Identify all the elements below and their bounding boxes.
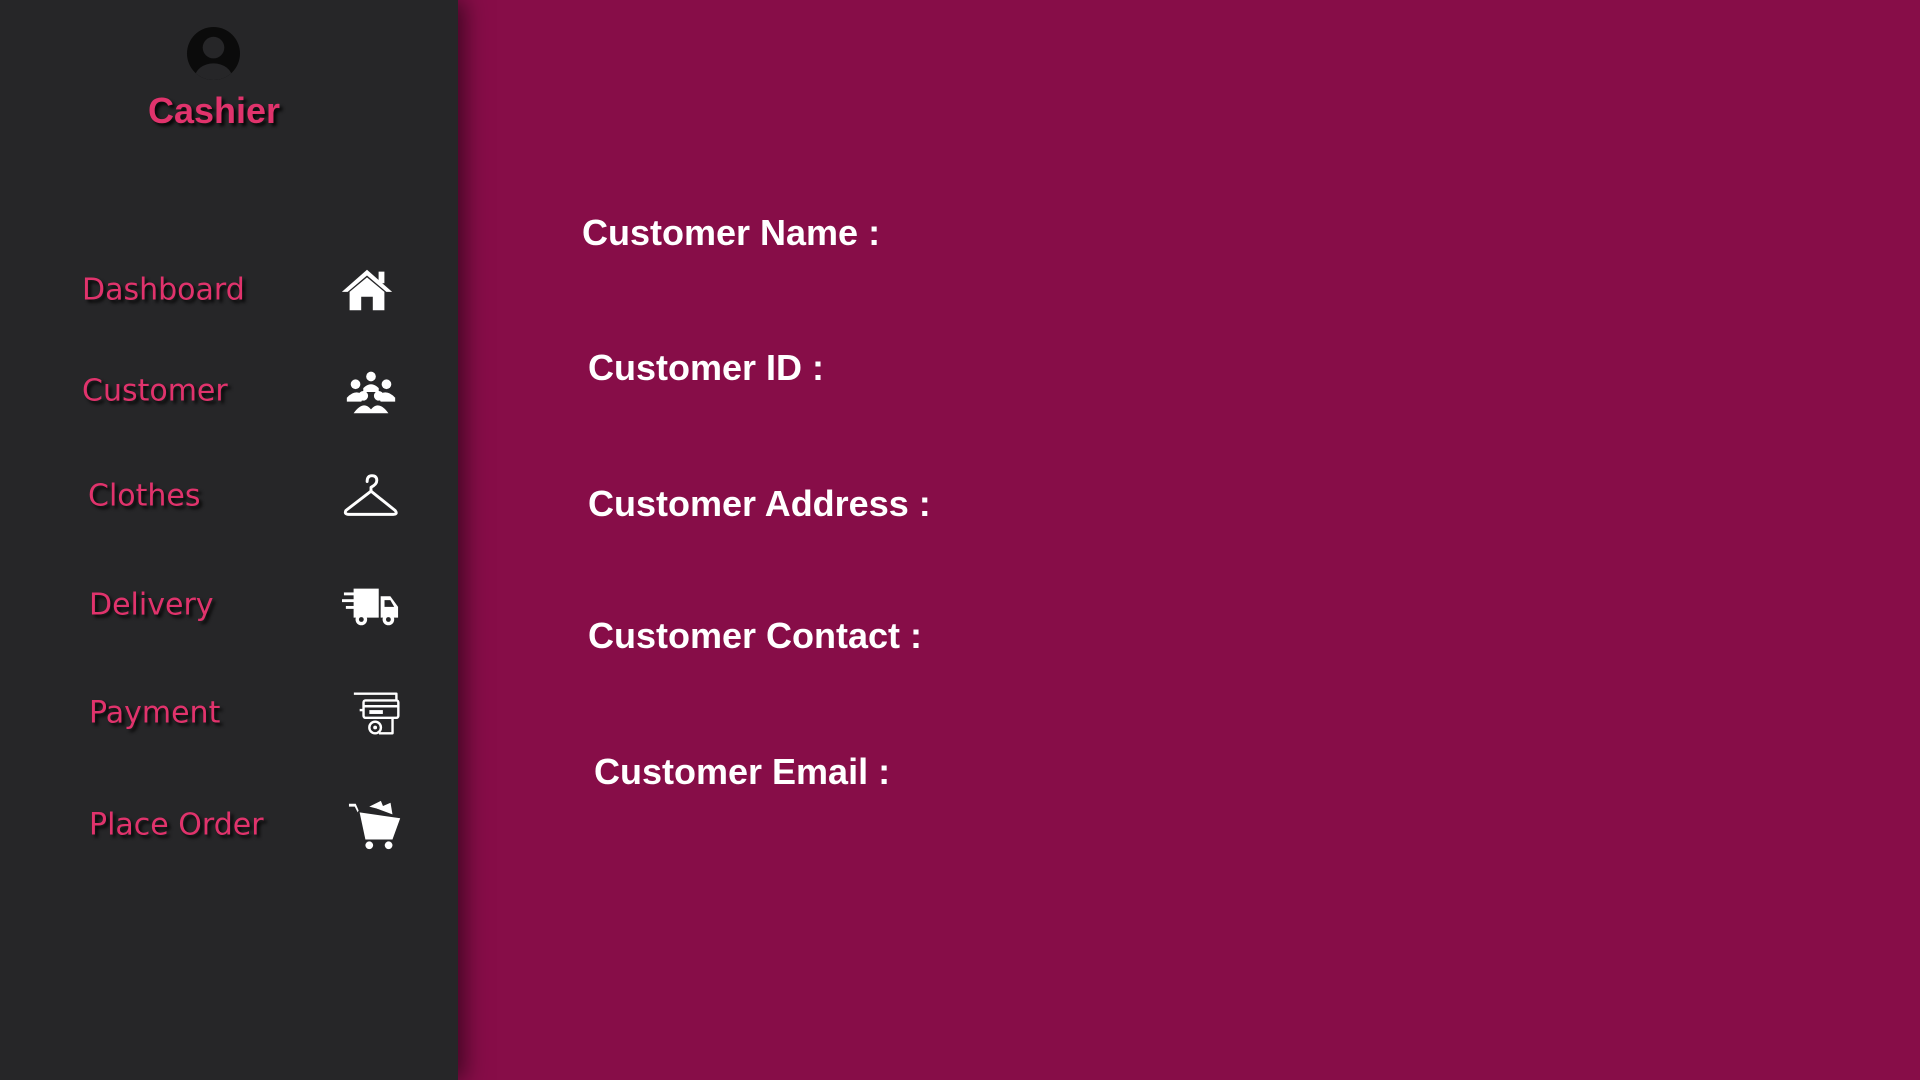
sidebar-item-dashboard[interactable]: Dashboard — [70, 258, 420, 322]
main-panel: Customer Name : Customer ID : Customer A… — [458, 0, 1920, 1080]
hanger-icon — [342, 471, 400, 521]
sidebar-item-label: Customer — [82, 373, 228, 409]
sidebar-item-label: Place Order — [89, 807, 264, 843]
customer-name-label: Customer Name : — [582, 212, 881, 253]
sidebar-item-label: Dashboard — [82, 272, 245, 308]
role-title: Cashier — [147, 90, 281, 131]
sidebar-item-label: Delivery — [89, 587, 214, 623]
sidebar: Cashier Dashboard Customer Clothes Deliv… — [0, 0, 458, 1080]
users-group-icon — [342, 366, 400, 416]
sidebar-item-label: Clothes — [88, 478, 201, 514]
sidebar-item-clothes[interactable]: Clothes — [70, 464, 420, 528]
user-avatar-icon — [186, 26, 241, 81]
customer-email-label: Customer Email : — [594, 751, 891, 792]
payment-card-icon — [350, 688, 408, 738]
home-icon — [338, 265, 396, 315]
sidebar-item-delivery[interactable]: Delivery — [70, 573, 420, 637]
shopping-cart-icon — [348, 800, 406, 850]
customer-contact-label: Customer Contact : — [588, 615, 923, 656]
sidebar-item-label: Payment — [89, 695, 221, 731]
customer-address-label: Customer Address : — [588, 483, 931, 524]
sidebar-item-customer[interactable]: Customer — [70, 359, 420, 423]
sidebar-item-place-order[interactable]: Place Order — [70, 793, 420, 857]
customer-id-label: Customer ID : — [588, 347, 825, 388]
delivery-truck-icon — [342, 580, 400, 630]
sidebar-item-payment[interactable]: Payment — [70, 681, 420, 745]
